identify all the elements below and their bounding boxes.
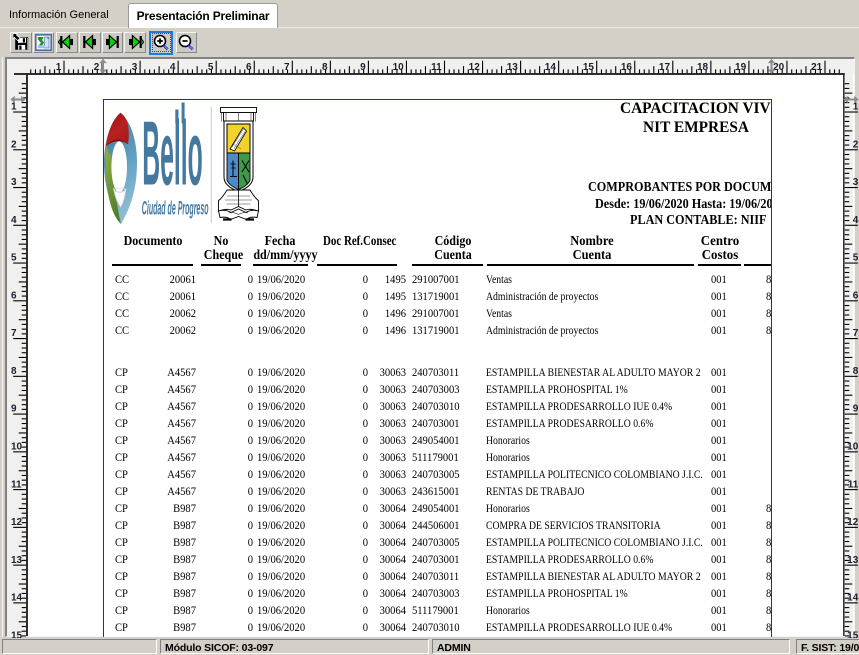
svg-text:6: 6 — [853, 290, 859, 301]
svg-text:15: 15 — [583, 62, 595, 73]
svg-text:21: 21 — [811, 62, 823, 73]
svg-text:10: 10 — [847, 442, 859, 453]
svg-text:12: 12 — [11, 517, 23, 528]
svg-text:2: 2 — [853, 139, 859, 150]
svg-text:20: 20 — [773, 62, 785, 73]
svg-text:9: 9 — [11, 404, 17, 415]
svg-text:5: 5 — [853, 253, 859, 264]
svg-text:9: 9 — [360, 62, 366, 73]
svg-text:11: 11 — [848, 479, 859, 490]
svg-text:3: 3 — [11, 177, 17, 188]
svg-text:7: 7 — [11, 328, 17, 339]
svg-text:16: 16 — [621, 62, 633, 73]
svg-text:5: 5 — [208, 62, 214, 73]
svg-text:19: 19 — [735, 62, 747, 73]
svg-text:11: 11 — [431, 62, 442, 73]
svg-text:14: 14 — [847, 593, 859, 604]
svg-text:1: 1 — [11, 102, 17, 113]
svg-text:4: 4 — [853, 215, 859, 226]
svg-text:8: 8 — [853, 366, 859, 377]
svg-text:4: 4 — [11, 215, 17, 226]
svg-text:1: 1 — [853, 102, 859, 113]
svg-text:17: 17 — [659, 62, 671, 73]
svg-text:8: 8 — [322, 62, 328, 73]
svg-text:6: 6 — [11, 290, 17, 301]
svg-text:13: 13 — [507, 62, 519, 73]
svg-text:1: 1 — [56, 62, 62, 73]
svg-text:10: 10 — [11, 442, 23, 453]
svg-text:7: 7 — [284, 62, 290, 73]
svg-text:6: 6 — [246, 62, 252, 73]
svg-text:14: 14 — [545, 62, 557, 73]
svg-text:2: 2 — [94, 62, 100, 73]
svg-text:12: 12 — [469, 62, 481, 73]
svg-text:4: 4 — [170, 62, 176, 73]
svg-text:3: 3 — [132, 62, 138, 73]
svg-text:12: 12 — [847, 517, 859, 528]
svg-text:14: 14 — [11, 593, 23, 604]
svg-text:10: 10 — [393, 62, 405, 73]
svg-text:5: 5 — [11, 253, 17, 264]
svg-text:2: 2 — [11, 139, 17, 150]
svg-text:3: 3 — [853, 177, 859, 188]
svg-text:7: 7 — [853, 328, 859, 339]
svg-text:13: 13 — [11, 555, 23, 566]
svg-text:11: 11 — [11, 479, 22, 490]
svg-text:13: 13 — [847, 555, 859, 566]
svg-text:8: 8 — [11, 366, 17, 377]
svg-text:9: 9 — [853, 404, 859, 415]
svg-text:18: 18 — [697, 62, 709, 73]
